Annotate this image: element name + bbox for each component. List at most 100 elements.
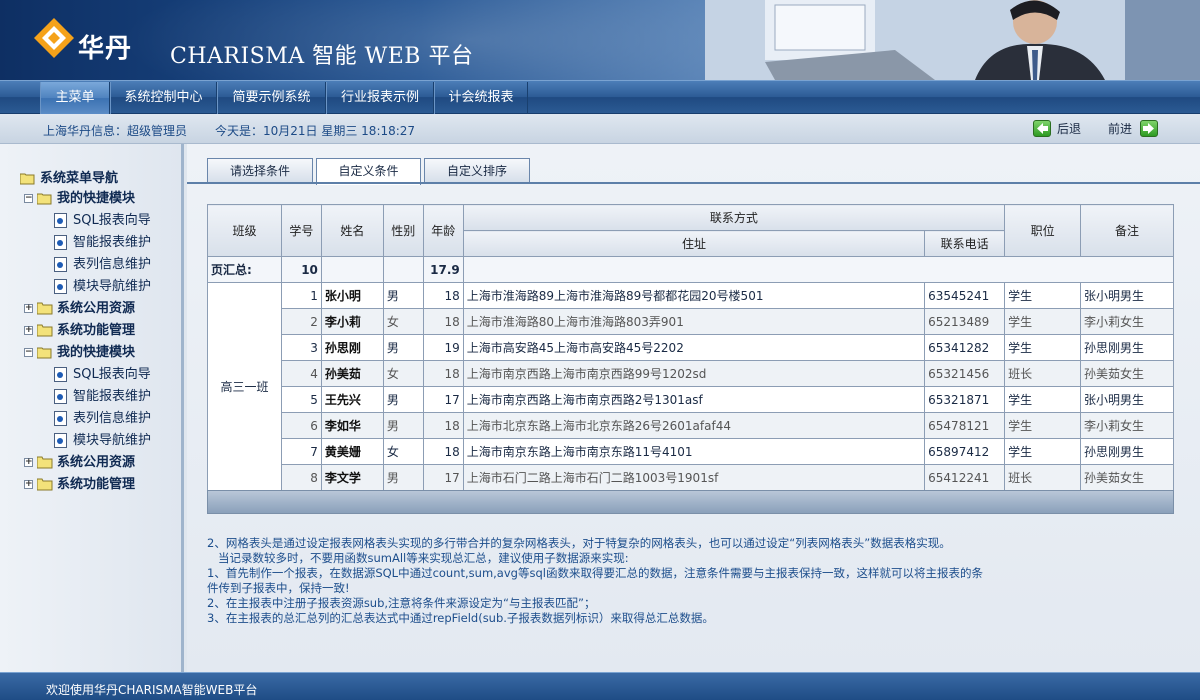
document-icon [54, 389, 67, 404]
cell-name: 王先兴 [320, 386, 384, 413]
cell-position: 班长 [1004, 360, 1082, 387]
summary-no: 10 [280, 256, 322, 283]
cell-position: 学生 [1004, 334, 1082, 361]
main-nav: 主菜单 系统控制中心 简要示例系统 行业报表示例 计会统报表 [0, 80, 1200, 114]
nav-tab-main-menu[interactable]: 主菜单 [40, 82, 110, 114]
cell-name: 张小明 [320, 282, 384, 309]
tree-item-label: SQL报表向导 [73, 213, 151, 228]
tree-item-label: 表列信息维护 [73, 411, 152, 426]
cell-age: 19 [422, 334, 464, 361]
collapse-icon[interactable]: − [24, 194, 33, 203]
cell-position: 班长 [1004, 464, 1082, 491]
cell-address: 上海市南京东路上海市南京东路11号4101 [462, 438, 926, 465]
header-phone[interactable]: 联系电话 [924, 230, 1006, 257]
cell-phone: 63545241 [924, 282, 1006, 309]
tree-group-label: 系统功能管理 [57, 477, 136, 492]
table-row[interactable]: 2 李小莉 女 18 上海市淮海路80上海市淮海路803弄901 6521348… [208, 308, 1174, 335]
nav-tab-simple-example[interactable]: 简要示例系统 [217, 82, 326, 114]
nav-tab-system-control[interactable]: 系统控制中心 [110, 82, 217, 114]
table-row[interactable]: 6 李如华 男 18 上海市北京东路上海市北京东路26号2601afaf44 6… [208, 412, 1174, 439]
tree-item-label: 模块导航维护 [73, 433, 152, 448]
cell-no: 2 [280, 308, 322, 335]
cell-address: 上海市南京西路上海市南京西路99号1202sd [462, 360, 926, 387]
collapse-icon[interactable]: − [24, 348, 33, 357]
header-position[interactable]: 职位 [1004, 204, 1082, 257]
back-button[interactable]: 后退 [1033, 120, 1089, 138]
cell-address: 上海市淮海路80上海市淮海路803弄901 [462, 308, 926, 335]
tab-select-condition[interactable]: 请选择条件 [207, 158, 313, 184]
expand-icon[interactable]: + [24, 326, 33, 335]
folder-open-icon [20, 173, 35, 185]
header-name[interactable]: 姓名 [320, 204, 384, 257]
cell-remark: 孙思刚男生 [1080, 334, 1174, 361]
cell-remark: 孙思刚男生 [1080, 438, 1174, 465]
summary-empty [320, 256, 384, 283]
document-icon [54, 433, 67, 448]
cell-gender: 男 [382, 386, 424, 413]
folder-icon [37, 324, 53, 337]
header-gender[interactable]: 性别 [382, 204, 424, 257]
tab-custom-sort[interactable]: 自定义排序 [424, 158, 530, 184]
expand-icon[interactable]: + [24, 304, 33, 313]
note-line: 当记录数较多时，不要用函数sumAll等来实现总汇总，建议使用子数据源来实现: [207, 551, 629, 565]
cell-gender: 男 [382, 412, 424, 439]
table-row[interactable]: 高三一班 1 张小明 男 18 上海市淮海路89上海市淮海路89号都都花园20号… [207, 282, 1174, 491]
cell-position: 学生 [1004, 438, 1082, 465]
tree-group-label: 系统公用资源 [57, 455, 136, 470]
cell-no: 5 [280, 386, 322, 413]
tree-item-label: SQL报表向导 [73, 367, 151, 382]
table-row[interactable]: 3 孙思刚 男 19 上海市高安路45上海市高安路45号2202 6534128… [208, 334, 1174, 361]
folder-icon [37, 456, 53, 469]
cell-address: 上海市北京东路上海市北京东路26号2601afaf44 [462, 412, 926, 439]
user-info: 上海华丹信息：超级管理员 [43, 124, 188, 138]
nav-tab-accounting-reports[interactable]: 计会统报表 [434, 82, 528, 114]
cell-remark: 张小明男生 [1080, 282, 1174, 309]
table-row[interactable]: 7 黄美姗 女 18 上海市南京东路上海市南京东路11号4101 6589741… [208, 438, 1174, 465]
document-icon [54, 257, 67, 272]
cell-remark: 李小莉女生 [1080, 412, 1174, 439]
expand-icon[interactable]: + [24, 458, 33, 467]
cell-gender: 男 [382, 464, 424, 491]
cell-position: 学生 [1004, 308, 1082, 335]
cell-position: 学生 [1004, 282, 1082, 309]
expand-icon[interactable]: + [24, 480, 33, 489]
cell-address: 上海市高安路45上海市高安路45号2202 [462, 334, 926, 361]
document-icon [54, 235, 67, 250]
cell-position: 学生 [1004, 412, 1082, 439]
table-row[interactable]: 8 李文学 男 17 上海市石门二路上海市石门二路1003号1901sf 654… [208, 464, 1174, 491]
cell-address: 上海市淮海路89上海市淮海路89号都都花园20号楼501 [462, 282, 926, 309]
forward-label: 前进 [1108, 122, 1133, 136]
footer-bar: 欢迎使用华丹CHARISMA智能WEB平台 [0, 672, 1200, 700]
nav-tab-industry-reports[interactable]: 行业报表示例 [326, 82, 434, 114]
report-grid: 班级 学号 姓名 性别 年龄 联系方式 职位 备注 住址 联系电话 页汇总: 1… [207, 204, 1175, 491]
class-cell: 高三一班 [207, 282, 282, 491]
forward-button[interactable]: 前进 [1108, 120, 1164, 138]
header-address[interactable]: 住址 [462, 230, 926, 257]
header-contact: 联系方式 [462, 204, 1006, 231]
folder-icon [37, 302, 53, 315]
cell-gender: 女 [382, 438, 424, 465]
cell-name: 孙美茹 [320, 360, 384, 387]
tab-custom-condition[interactable]: 自定义条件 [316, 158, 421, 185]
summary-age: 17.9 [422, 256, 464, 283]
table-row[interactable]: 5 王先兴 男 17 上海市南京西路上海市南京西路2号1301asf 65321… [208, 386, 1174, 413]
table-row[interactable]: 4 孙美茹 女 18 上海市南京西路上海市南京西路99号1202sd 65321… [208, 360, 1174, 387]
header-class[interactable]: 班级 [207, 204, 282, 257]
cell-age: 18 [422, 308, 464, 335]
cell-name: 李文学 [320, 464, 384, 491]
header-student-no[interactable]: 学号 [280, 204, 322, 257]
note-line: 1、首先制作一个报表，在数据源SQL中通过count,sum,avg等sql函数… [207, 566, 983, 580]
note-line: 3、在主报表的总汇总列的汇总表达式中通过repField(sub.子报表数据列标… [207, 611, 714, 625]
cell-phone: 65213489 [924, 308, 1006, 335]
header-remark[interactable]: 备注 [1080, 204, 1174, 257]
tree-item-label: 智能报表维护 [73, 389, 152, 404]
folder-open-icon [37, 347, 52, 359]
cell-no: 7 [280, 438, 322, 465]
cell-address: 上海市南京西路上海市南京西路2号1301asf [462, 386, 926, 413]
note-line: 2、在主报表中注册子报表资源sub,注意将条件来源设定为“与主报表匹配”； [207, 596, 596, 610]
tree-item-label: 智能报表维护 [73, 235, 152, 250]
tree-group-label: 系统公用资源 [57, 301, 136, 316]
note-line: 2、网格表头是通过设定报表网格表头实现的多行带合并的复杂网格表头，对于特复杂的网… [207, 536, 951, 550]
cell-no: 1 [280, 282, 322, 309]
header-age[interactable]: 年龄 [422, 204, 464, 257]
